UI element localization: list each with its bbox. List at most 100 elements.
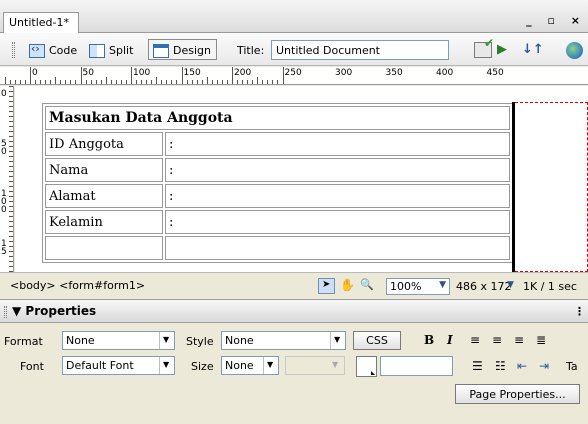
document-title-input[interactable] bbox=[271, 40, 449, 60]
table-row[interactable]: Alamat: bbox=[45, 184, 510, 208]
ruler-label: 1 5 bbox=[1, 239, 7, 257]
ruler-tick bbox=[14, 80, 16, 84]
zoom-dropdown-icon: ▼ bbox=[439, 280, 446, 290]
panel-grip[interactable] bbox=[4, 306, 7, 318]
ruler-tick bbox=[4, 77, 6, 84]
ruler-tick bbox=[9, 141, 13, 142]
field-label-cell[interactable]: Alamat bbox=[45, 184, 163, 208]
ruler-label: 100 bbox=[133, 68, 151, 78]
field-value-cell[interactable]: : bbox=[165, 132, 510, 156]
field-label-cell[interactable] bbox=[45, 236, 163, 260]
align-center-icon[interactable]: ≡ bbox=[492, 333, 502, 347]
italic-icon[interactable]: I bbox=[447, 333, 453, 347]
design-canvas[interactable]: Masukan Data Anggota ID Anggota: Nama: Ala… bbox=[15, 86, 588, 272]
table-header-row[interactable]: Masukan Data Anggota bbox=[45, 106, 510, 130]
zoom-value: 100% bbox=[390, 280, 422, 293]
ruler-tick bbox=[176, 80, 178, 84]
panel-options-icon[interactable]: ⋮ bbox=[574, 305, 585, 318]
size-select[interactable]: None bbox=[221, 356, 279, 375]
ruler-tick bbox=[24, 80, 26, 84]
format-value: None bbox=[66, 334, 95, 347]
ruler-label: 5 0 bbox=[1, 139, 7, 157]
field-value-cell[interactable] bbox=[165, 236, 510, 260]
ruler-tick bbox=[9, 131, 13, 132]
field-label-cell[interactable]: ID Anggota bbox=[45, 132, 163, 156]
ruler-label: 200 bbox=[234, 68, 252, 78]
preview-in-browser-icon[interactable] bbox=[497, 42, 515, 58]
ruler-tick bbox=[282, 67, 284, 84]
ruler-tick bbox=[70, 80, 72, 84]
select-tool-icon[interactable] bbox=[318, 278, 335, 294]
align-right-icon[interactable]: ≡ bbox=[514, 333, 524, 347]
file-management-icon[interactable]: ↓↑ bbox=[522, 42, 544, 58]
table-row[interactable]: ID Anggota: bbox=[45, 132, 510, 156]
form-boundary bbox=[515, 102, 588, 272]
ruler-tick bbox=[262, 80, 264, 84]
split-view-button[interactable]: Split bbox=[84, 39, 139, 60]
text-color-swatch[interactable] bbox=[356, 356, 377, 377]
format-label: Format bbox=[4, 335, 43, 348]
align-left-icon[interactable]: ≡ bbox=[470, 333, 480, 347]
properties-title: ▼ Properties bbox=[12, 304, 97, 318]
ruler-tick bbox=[9, 231, 13, 232]
ruler-tick bbox=[9, 266, 13, 267]
properties-panel-header[interactable]: ▼ Properties ⋮ bbox=[0, 299, 588, 323]
window-size-dropdown-icon[interactable]: ▼ bbox=[507, 280, 514, 290]
member-form-table[interactable]: Masukan Data Anggota ID Anggota: Nama: Ala… bbox=[42, 103, 513, 263]
ordered-list-icon[interactable]: ☷ bbox=[495, 359, 506, 373]
size-label: Size bbox=[191, 360, 214, 373]
outdent-icon[interactable]: ⇤ bbox=[517, 359, 527, 373]
document-tab[interactable]: Untitled-1* bbox=[3, 12, 79, 34]
ruler-tick bbox=[242, 80, 244, 84]
code-view-button[interactable]: Code bbox=[24, 39, 83, 60]
ruler-tick bbox=[9, 151, 13, 152]
window-size[interactable]: 486 x 172 bbox=[456, 280, 512, 293]
target-label-truncated: Ta bbox=[566, 360, 578, 373]
validate-icon[interactable] bbox=[474, 36, 494, 58]
ruler-tick bbox=[166, 80, 168, 84]
zoom-select[interactable]: 100% ▼ bbox=[386, 278, 450, 295]
field-value-cell[interactable]: : bbox=[165, 210, 510, 234]
ruler-tick bbox=[9, 80, 11, 84]
window-controls[interactable]: _ ▫ × bbox=[526, 14, 586, 27]
ruler-tick bbox=[55, 77, 57, 84]
page-properties-button[interactable]: Page Properties... bbox=[455, 384, 580, 404]
ruler-tick bbox=[9, 111, 13, 112]
ruler-tick bbox=[9, 146, 13, 147]
indent-icon[interactable]: ⇥ bbox=[539, 359, 549, 373]
ruler-label: 1 0 0 bbox=[1, 189, 7, 215]
bold-icon[interactable]: B bbox=[424, 333, 434, 347]
style-select[interactable]: None bbox=[221, 331, 346, 350]
css-button[interactable]: CSS bbox=[353, 331, 401, 350]
ruler-tick bbox=[9, 186, 13, 187]
table-row[interactable] bbox=[45, 236, 510, 260]
ruler-label: 300 bbox=[335, 68, 353, 78]
code-view-label: Code bbox=[49, 44, 78, 57]
table-row[interactable]: Kelamin: bbox=[45, 210, 510, 234]
field-value-cell[interactable]: : bbox=[165, 184, 510, 208]
ruler-tick bbox=[9, 221, 13, 222]
zoom-tool-icon[interactable] bbox=[360, 278, 377, 294]
ruler-tick bbox=[191, 80, 193, 84]
table-row[interactable]: Nama: bbox=[45, 158, 510, 182]
text-color-input[interactable] bbox=[380, 356, 453, 376]
hand-tool-icon[interactable] bbox=[340, 278, 357, 294]
globe-icon[interactable] bbox=[566, 42, 583, 59]
ruler-tick bbox=[9, 136, 13, 137]
design-view-button[interactable]: Design bbox=[148, 39, 217, 60]
table-title[interactable]: Masukan Data Anggota bbox=[45, 106, 510, 130]
ruler-tick bbox=[9, 236, 13, 237]
design-view-label: Design bbox=[173, 44, 211, 57]
toolbar-grip[interactable] bbox=[12, 42, 15, 58]
justify-icon[interactable]: ≣ bbox=[536, 333, 546, 347]
font-select[interactable]: Default Font bbox=[62, 356, 175, 375]
ruler-tick bbox=[9, 126, 13, 127]
tag-selector[interactable]: <body> <form#form1> bbox=[10, 279, 145, 292]
ruler-tick bbox=[95, 80, 97, 84]
field-label-cell[interactable]: Kelamin bbox=[45, 210, 163, 234]
unordered-list-icon[interactable]: ☰ bbox=[472, 359, 483, 373]
field-value-cell[interactable]: : bbox=[165, 158, 510, 182]
format-select[interactable]: None bbox=[62, 331, 175, 350]
field-label-cell[interactable]: Nama bbox=[45, 158, 163, 182]
ruler-label: 50 bbox=[82, 68, 94, 78]
